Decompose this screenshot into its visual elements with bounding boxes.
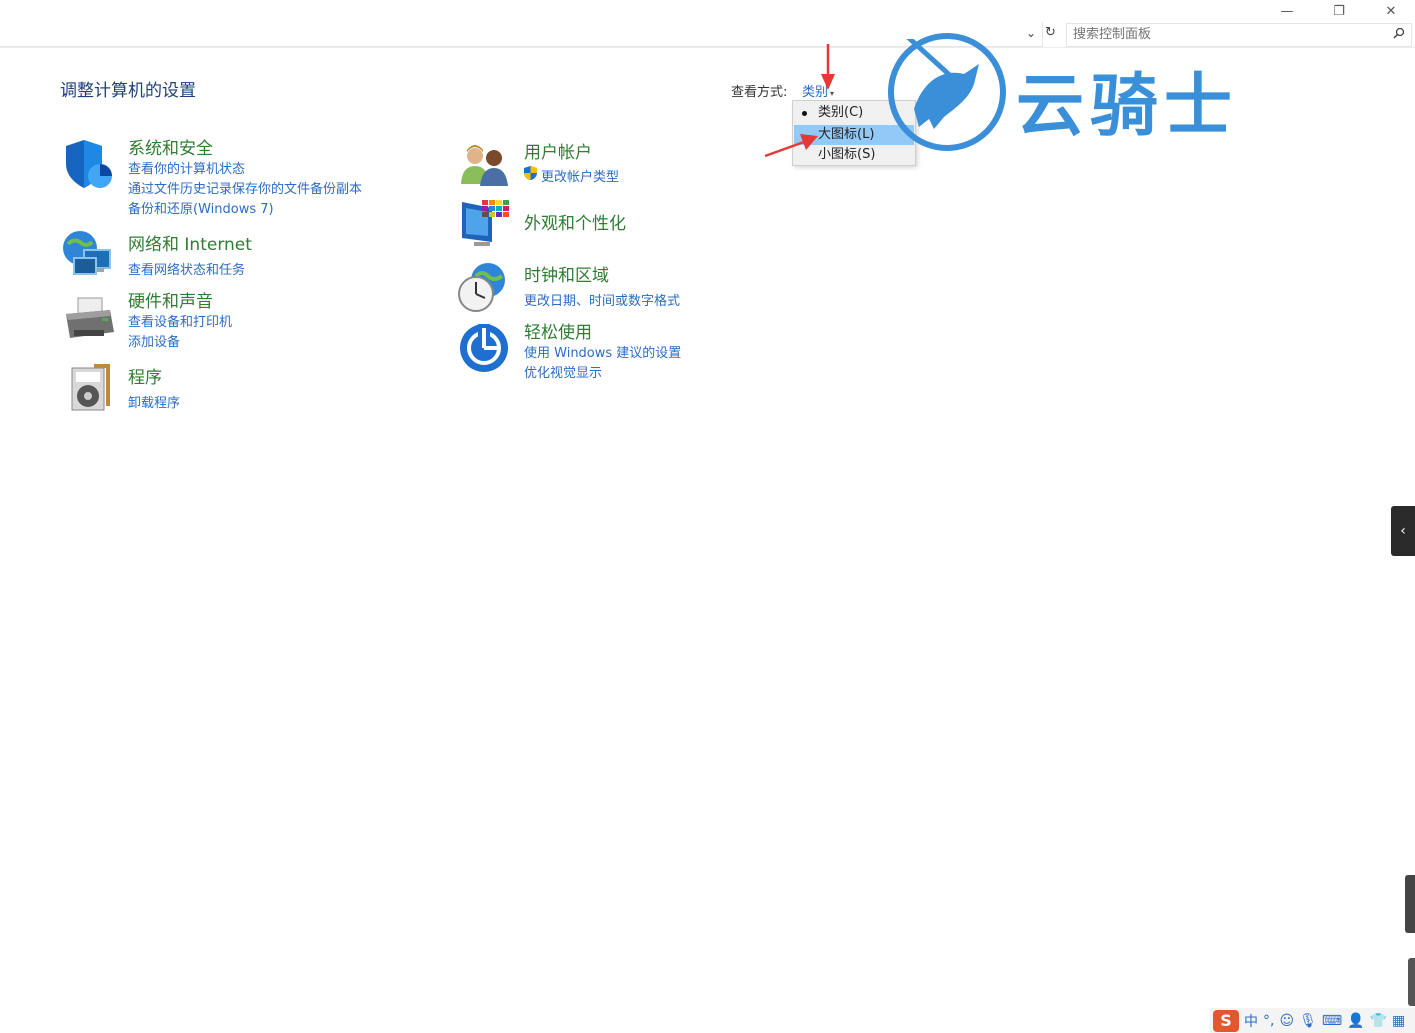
skin-shirt-icon[interactable]: 👕	[1370, 1013, 1387, 1029]
link-change-date-time-format[interactable]: 更改日期、时间或数字格式	[524, 290, 680, 309]
watermark-text: 云骑士	[1016, 67, 1239, 146]
category-title-ease-of-access[interactable]: 轻松使用	[524, 318, 592, 343]
link-backup-restore[interactable]: 备份和还原(Windows 7)	[128, 198, 274, 217]
category-title-network-internet[interactable]: 网络和 Internet	[128, 230, 252, 255]
category-title-user-accounts[interactable]: 用户帐户	[524, 138, 592, 163]
view-by-label: 查看方式:	[731, 85, 788, 100]
link-optimize-visual-display[interactable]: 优化视觉显示	[524, 362, 602, 381]
link-uninstall-program[interactable]: 卸载程序	[128, 392, 180, 411]
ease-of-access-icon[interactable]	[458, 320, 514, 376]
programs-disc-icon[interactable]	[64, 362, 120, 418]
annotation-arrow-right-icon	[764, 134, 818, 158]
clock-globe-icon[interactable]	[456, 260, 512, 316]
address-history-dropdown-icon[interactable]: ⌄	[1026, 26, 1036, 40]
users-icon[interactable]	[458, 138, 514, 194]
ime-mode-toggle[interactable]: 中	[1244, 1011, 1258, 1031]
search-box[interactable]	[1066, 23, 1412, 47]
side-handle[interactable]	[1408, 958, 1415, 1006]
selected-bullet-icon	[802, 111, 807, 116]
link-windows-recommended-settings[interactable]: 使用 Windows 建议的设置	[524, 342, 681, 361]
annotation-arrow-down-icon	[821, 44, 835, 90]
link-devices-printers[interactable]: 查看设备和打印机	[128, 311, 232, 330]
printer-icon[interactable]	[62, 292, 118, 348]
address-row: ⌄ ↻	[0, 22, 1415, 48]
volume-meter	[1405, 875, 1415, 933]
category-title-hardware-sound[interactable]: 硬件和声音	[128, 287, 213, 312]
chevron-left-icon: ‹	[1400, 523, 1406, 539]
ime-toolbar: S 中 °, ☺ 🎙 ⌨ 👤 👕 ▦	[1210, 1008, 1415, 1033]
menu-item-label: 小图标(S)	[818, 147, 876, 162]
link-file-history-backup[interactable]: 通过文件历史记录保存你的文件备份副本	[128, 178, 362, 197]
category-title-clock-region[interactable]: 时钟和区域	[524, 261, 609, 286]
user-icon[interactable]: 👤	[1347, 1013, 1364, 1029]
watermark-knight-logo-icon	[888, 27, 1006, 151]
network-globe-icon[interactable]	[60, 228, 116, 284]
shield-icon[interactable]	[62, 136, 118, 192]
toolbox-grid-icon[interactable]: ▦	[1392, 1013, 1405, 1029]
category-title-appearance[interactable]: 外观和个性化	[524, 209, 626, 234]
keyboard-icon[interactable]: ⌨	[1322, 1013, 1342, 1029]
side-panel-toggle-button[interactable]: ‹	[1391, 506, 1415, 556]
restore-button[interactable]: ❐	[1316, 0, 1362, 22]
microphone-icon[interactable]: 🎙	[1299, 1013, 1317, 1029]
page-title: 调整计算机的设置	[60, 81, 196, 101]
category-title-system-security[interactable]: 系统和安全	[128, 134, 213, 159]
ime-punctuation-toggle[interactable]: °,	[1263, 1013, 1274, 1029]
window-titlebar: — ❐ ✕	[0, 0, 1415, 22]
link-network-status-tasks[interactable]: 查看网络状态和任务	[128, 259, 245, 278]
link-change-account-type[interactable]: 更改帐户类型	[541, 166, 619, 185]
search-icon[interactable]	[1393, 27, 1405, 42]
uac-shield-icon	[523, 165, 538, 185]
link-view-computer-status[interactable]: 查看你的计算机状态	[128, 158, 245, 177]
menu-item-label: 类别(C)	[818, 105, 864, 120]
address-bar[interactable]	[0, 22, 1043, 47]
emoji-icon[interactable]: ☺	[1279, 1013, 1294, 1029]
monitor-palette-icon[interactable]	[458, 196, 514, 252]
close-button[interactable]: ✕	[1368, 0, 1414, 22]
minimize-button[interactable]: —	[1264, 0, 1310, 22]
menu-item-label: 大图标(L)	[818, 127, 875, 142]
link-add-device[interactable]: 添加设备	[128, 331, 180, 350]
category-title-programs[interactable]: 程序	[128, 363, 162, 388]
refresh-icon[interactable]: ↻	[1045, 25, 1056, 40]
search-input[interactable]	[1073, 27, 1373, 42]
sogou-logo-icon[interactable]: S	[1213, 1009, 1239, 1032]
